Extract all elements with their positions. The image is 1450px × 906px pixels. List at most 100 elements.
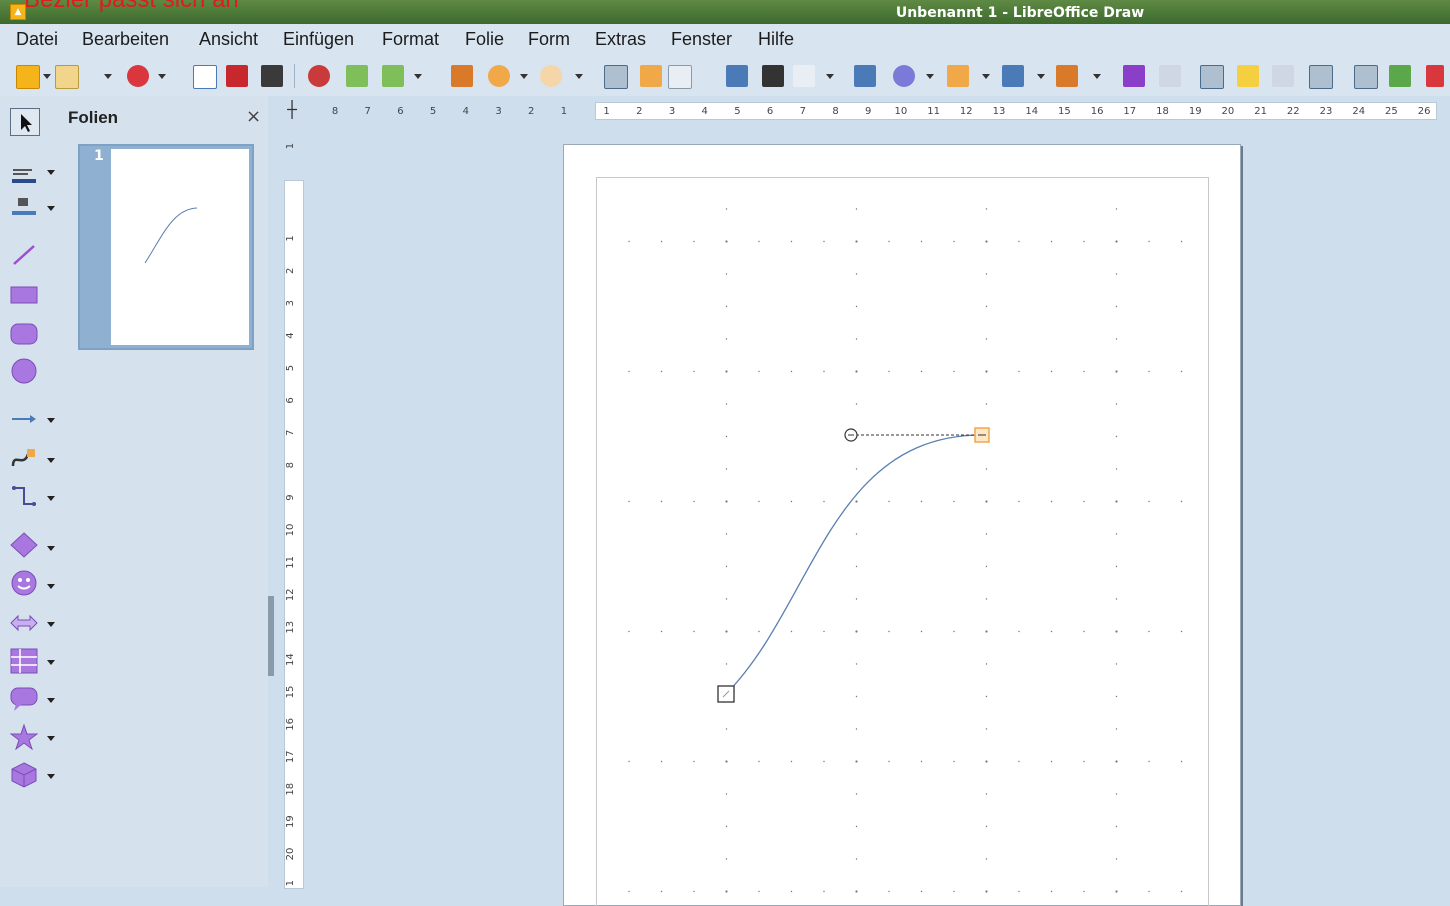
menu-ansicht[interactable]: Ansicht xyxy=(199,24,258,50)
rounded-rectangle-icon[interactable] xyxy=(10,320,38,346)
templates-icon[interactable] xyxy=(127,65,149,87)
templates-dropdown-arrow[interactable] xyxy=(158,74,166,79)
line-tool-icon[interactable] xyxy=(10,242,38,268)
callout-icon[interactable] xyxy=(10,686,38,712)
menu-form[interactable]: Form xyxy=(528,24,570,50)
drawing-canvas[interactable] xyxy=(564,145,1240,905)
special-character-dropdown-arrow[interactable] xyxy=(826,74,834,79)
vertical-ruler[interactable]: 112345678910111213141516171819202122 xyxy=(282,120,304,889)
ruler-label: 14 xyxy=(285,653,296,666)
grid-dot xyxy=(920,760,923,763)
line-icon[interactable] xyxy=(1309,65,1333,89)
menu-folie[interactable]: Folie xyxy=(465,24,504,50)
grid-icon[interactable] xyxy=(604,65,628,89)
menu-fenster[interactable]: Fenster xyxy=(671,24,732,50)
arrow-line-dropdown-arrow[interactable] xyxy=(47,418,55,423)
points-icon[interactable] xyxy=(1200,65,1224,89)
block-arrows-icon[interactable] xyxy=(10,610,38,636)
align-icon[interactable] xyxy=(947,65,969,87)
open-icon[interactable] xyxy=(55,65,79,89)
select-icon[interactable] xyxy=(10,108,40,136)
paste-icon[interactable] xyxy=(382,65,404,87)
stars-icon[interactable] xyxy=(9,723,39,751)
connector-dropdown-arrow[interactable] xyxy=(47,496,55,501)
block-arrows-dropdown-arrow[interactable] xyxy=(47,622,55,627)
undo-icon[interactable] xyxy=(488,65,510,87)
redo-dropdown-arrow[interactable] xyxy=(575,74,583,79)
new-dropdown-arrow[interactable] xyxy=(43,74,51,79)
snap-icon[interactable] xyxy=(668,65,692,89)
menu-bearbeiten[interactable]: Bearbeiten xyxy=(82,24,169,50)
line-color-dropdown-arrow[interactable] xyxy=(47,170,55,175)
basic-shapes-icon[interactable] xyxy=(10,532,38,558)
panel-splitter[interactable] xyxy=(268,96,276,887)
glue-points-icon[interactable] xyxy=(1237,65,1259,87)
transformations-dropdown-arrow[interactable] xyxy=(926,74,934,79)
3d-objects-icon[interactable] xyxy=(10,762,38,788)
ellipse-icon[interactable] xyxy=(10,358,38,384)
menu-einfuegen[interactable]: Einfügen xyxy=(283,24,354,50)
curve-dropdown-arrow[interactable] xyxy=(47,458,55,463)
drawing-workspace[interactable] xyxy=(305,120,1450,906)
print-icon[interactable] xyxy=(261,65,283,87)
curve-edit-icon[interactable] xyxy=(1354,65,1378,89)
splitter-grip[interactable] xyxy=(268,596,274,676)
clone-formatting-icon[interactable] xyxy=(451,65,473,87)
export-pdf-icon[interactable] xyxy=(226,65,248,87)
special-character-icon[interactable] xyxy=(793,65,815,87)
grid-dot xyxy=(1083,240,1085,243)
menu-datei[interactable]: Datei xyxy=(16,24,58,50)
arrange-icon[interactable] xyxy=(1002,65,1024,87)
menu-hilfe[interactable]: Hilfe xyxy=(758,24,794,50)
grid-dot xyxy=(855,728,858,730)
stars-dropdown-arrow[interactable] xyxy=(47,736,55,741)
align-dropdown-arrow[interactable] xyxy=(982,74,990,79)
basic-shapes-dropdown-arrow[interactable] xyxy=(47,546,55,551)
flowchart-icon[interactable] xyxy=(10,648,38,674)
curve-icon[interactable] xyxy=(10,446,38,472)
rectangle-icon[interactable] xyxy=(10,282,38,308)
image-icon[interactable] xyxy=(726,65,748,87)
new-icon[interactable] xyxy=(16,65,40,89)
symbol-shapes-dropdown-arrow[interactable] xyxy=(47,584,55,589)
redo-icon[interactable] xyxy=(540,65,562,87)
insert-point-icon[interactable] xyxy=(1389,65,1411,87)
copy-icon[interactable] xyxy=(346,65,368,87)
cut-icon[interactable] xyxy=(308,65,330,87)
bezier-curve[interactable] xyxy=(725,434,983,695)
arrange-dropdown-arrow[interactable] xyxy=(1037,74,1045,79)
shadow-icon[interactable] xyxy=(1123,65,1145,87)
export-icon[interactable] xyxy=(193,65,217,89)
menu-format[interactable]: Format xyxy=(382,24,439,50)
crop-icon[interactable] xyxy=(1159,65,1181,87)
transformations-icon[interactable] xyxy=(893,65,915,87)
ruler-label: 6 xyxy=(397,106,403,117)
horizontal-ruler[interactable]: 8 7 6 5 4 3 2 1 1 2 3 4 5 6 7 8 9 10 11 12 13 14 15 16 17 18 19 20 2… xyxy=(305,100,1450,120)
helplines-icon[interactable] xyxy=(640,65,662,87)
drawing-page[interactable] xyxy=(563,144,1241,906)
slide-thumbnail[interactable]: 1 xyxy=(78,144,254,350)
fontwork-icon[interactable] xyxy=(854,65,876,87)
ruler-label: 24 xyxy=(1352,106,1365,117)
line-color-icon[interactable] xyxy=(10,162,38,188)
close-icon[interactable]: × xyxy=(246,106,261,127)
menu-extras[interactable]: Extras xyxy=(595,24,646,50)
3d-objects-dropdown-arrow[interactable] xyxy=(47,774,55,779)
undo-dropdown-arrow[interactable] xyxy=(520,74,528,79)
open-dropdown-arrow[interactable] xyxy=(104,74,112,79)
fill-color-dropdown-arrow[interactable] xyxy=(47,206,55,211)
ruler-origin[interactable]: ┼ xyxy=(280,100,304,120)
fill-color-icon[interactable] xyxy=(10,194,38,220)
textbox-icon[interactable] xyxy=(762,65,784,87)
arrow-line-icon[interactable] xyxy=(10,406,38,432)
delete-point-icon[interactable] xyxy=(1426,65,1444,87)
paste-dropdown-arrow[interactable] xyxy=(414,74,422,79)
symbol-shapes-icon[interactable] xyxy=(10,570,38,596)
distribute-dropdown-arrow[interactable] xyxy=(1093,74,1101,79)
drawing-toolbar xyxy=(0,96,66,887)
connector-icon[interactable] xyxy=(10,484,38,510)
callout-dropdown-arrow[interactable] xyxy=(47,698,55,703)
flowchart-dropdown-arrow[interactable] xyxy=(47,660,55,665)
distribute-icon[interactable] xyxy=(1056,65,1078,87)
toggle-extrusion-icon[interactable] xyxy=(1272,65,1294,87)
